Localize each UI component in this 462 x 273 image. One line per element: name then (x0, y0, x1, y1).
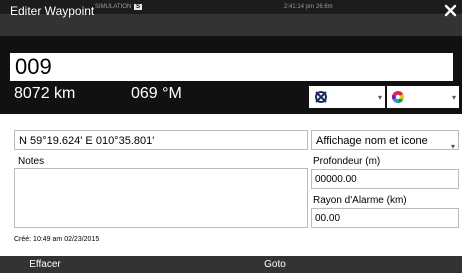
alarm-radius-label: Rayon d'Alarme (km) (313, 195, 407, 206)
display-option-dropdown[interactable]: Affichage nom et icone ▾ (311, 130, 459, 151)
close-button[interactable] (443, 3, 458, 18)
waypoint-cross-icon (315, 91, 327, 103)
created-timestamp: Créé: 10:49 am 02/23/2015 (14, 236, 100, 243)
chevron-down-icon: ▾ (451, 93, 456, 102)
dialog-title: Editer Waypoint (10, 4, 95, 18)
position-field[interactable]: N 59°19.624' E 010°35.801' (14, 130, 308, 150)
symbol-dropdown[interactable]: ▾ (309, 86, 385, 108)
chevron-down-icon: ▾ (450, 142, 455, 151)
color-wheel-icon (391, 91, 405, 103)
display-option-value: Affichage nom et icone (316, 135, 428, 147)
depth-label: Profondeur (m) (313, 156, 381, 167)
goto-button[interactable]: Goto (230, 256, 320, 273)
bearing-value: 069 °M (131, 85, 182, 102)
distance-value: 8072 km (14, 85, 76, 102)
depth-field[interactable]: 00000.00 (311, 169, 459, 189)
waypoint-name-value: 009 (15, 54, 52, 79)
notes-label: Notes (18, 156, 45, 167)
waypoint-name-field[interactable] (10, 53, 453, 81)
color-dropdown[interactable]: ▾ (387, 86, 459, 108)
close-icon (444, 4, 457, 17)
alarm-radius-field[interactable]: 00.00 (311, 208, 459, 228)
simulation-indicator: SIMULATION (95, 4, 132, 10)
depth-readout: 26.6m (316, 4, 333, 10)
chevron-down-icon: ▾ (377, 93, 382, 102)
clock: 2:41:14 pm (284, 4, 315, 10)
sog-badge: S (134, 4, 143, 10)
notes-textarea[interactable] (14, 168, 308, 228)
delete-button[interactable]: Effacer (0, 256, 90, 273)
